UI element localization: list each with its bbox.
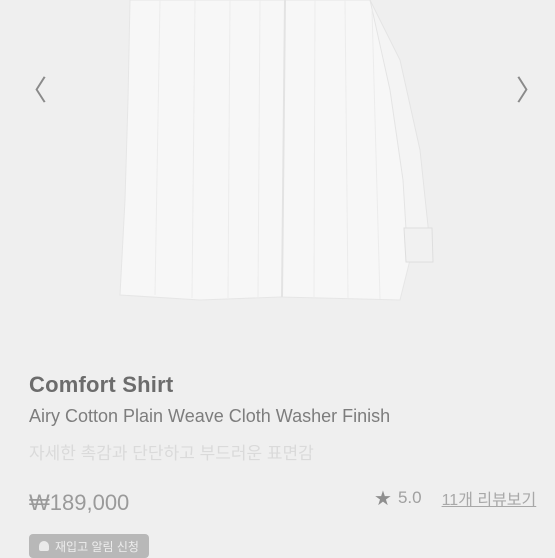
restock-alert-label: 재입고 알림 신청 — [55, 539, 139, 554]
rating-value: 5.0 — [397, 488, 422, 507]
reviews-link[interactable]: 11개 리뷰보기 — [442, 486, 537, 510]
product-title: Comfort Shirt — [29, 372, 174, 397]
restock-alert-button[interactable]: 재입고 알림 신청 — [29, 534, 149, 558]
chevron-left-icon: 〈 — [19, 74, 48, 107]
product-price: ₩189,000 — [29, 490, 130, 515]
product-image — [119, 0, 434, 301]
product-info: Comfort Shirt Airy Cotton Plain Weave Cl… — [29, 372, 539, 464]
next-image-button[interactable]: 〉 — [516, 76, 544, 106]
product-image-gallery: 〈 〉 — [0, 0, 555, 345]
bell-icon — [39, 541, 49, 551]
product-description: 자세한 촉감과 단단하고 부드러운 표면감 — [29, 444, 314, 463]
chevron-right-icon: 〉 — [516, 74, 545, 107]
star-icon: ★ — [374, 486, 392, 510]
product-subtitle: Airy Cotton Plain Weave Cloth Washer Fin… — [29, 406, 391, 426]
rating-summary: ★ 5.0 11개 리뷰보기 — [374, 486, 536, 510]
previous-image-button[interactable]: 〈 — [19, 76, 47, 106]
